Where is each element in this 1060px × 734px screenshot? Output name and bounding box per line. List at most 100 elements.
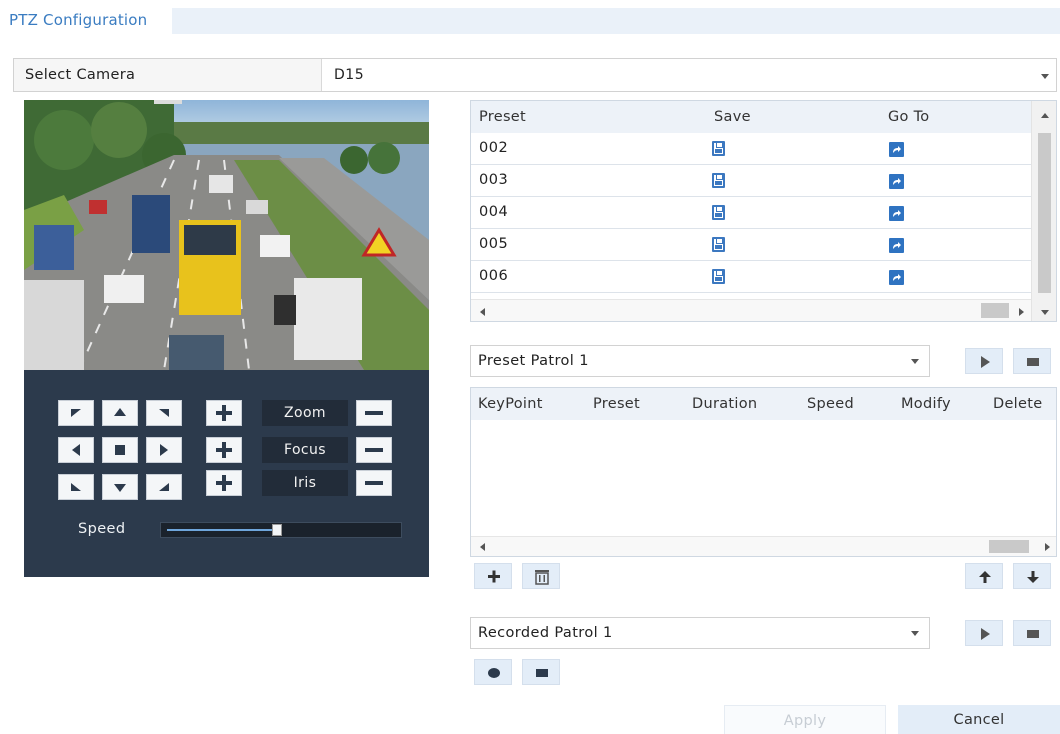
scroll-left-icon[interactable] bbox=[473, 302, 493, 322]
focus-far-button[interactable] bbox=[356, 437, 392, 463]
pan-up-left-button[interactable] bbox=[58, 400, 94, 426]
preset-table-header: Preset Save Go To bbox=[471, 101, 1031, 133]
pan-down-right-button[interactable] bbox=[146, 474, 182, 500]
pan-down-left-button[interactable] bbox=[58, 474, 94, 500]
delete-column-header: Delete bbox=[993, 396, 1043, 412]
scroll-up-icon[interactable] bbox=[1032, 107, 1057, 127]
chevron-down-icon bbox=[911, 631, 919, 636]
preset-vertical-scroll-thumb[interactable] bbox=[1038, 133, 1051, 293]
preset-horizontal-scrollbar[interactable] bbox=[471, 299, 1031, 321]
speed-slider-thumb[interactable] bbox=[272, 524, 283, 536]
keypoint-horizontal-scrollbar[interactable] bbox=[471, 536, 1057, 557]
arrow-right-icon bbox=[160, 444, 168, 456]
pan-down-button[interactable] bbox=[102, 474, 138, 500]
preset-vertical-scrollbar[interactable] bbox=[1031, 101, 1057, 322]
save-icon[interactable] bbox=[712, 205, 725, 220]
play-icon bbox=[981, 628, 990, 640]
save-icon[interactable] bbox=[712, 269, 725, 284]
stop-recording-button[interactable] bbox=[522, 659, 560, 685]
preset-row[interactable]: 004 bbox=[471, 197, 1031, 229]
goto-icon[interactable] bbox=[889, 238, 904, 253]
zoom-out-button[interactable] bbox=[356, 400, 392, 426]
save-column-header: Save bbox=[714, 109, 751, 125]
preset-row[interactable]: 005 bbox=[471, 229, 1031, 261]
preset-patrol-play-button[interactable] bbox=[965, 348, 1003, 374]
preset-column-header: Preset bbox=[593, 396, 641, 412]
arrow-up-left-icon bbox=[71, 409, 81, 417]
modify-column-header: Modify bbox=[901, 396, 951, 412]
preset-column-header: Preset bbox=[479, 109, 527, 125]
arrow-up-icon bbox=[114, 408, 126, 416]
iris-open-button[interactable] bbox=[206, 470, 242, 496]
focus-label: Focus bbox=[262, 437, 348, 463]
speed-slider[interactable] bbox=[160, 522, 402, 538]
preset-row[interactable]: 002 bbox=[471, 133, 1031, 165]
preset-number: 004 bbox=[479, 204, 509, 220]
scroll-left-icon[interactable] bbox=[473, 537, 493, 557]
keypoint-horizontal-scroll-thumb[interactable] bbox=[989, 540, 1029, 553]
keypoint-table: KeyPoint Preset Duration Speed Modify De… bbox=[470, 387, 1057, 557]
move-keypoint-up-button[interactable] bbox=[965, 563, 1003, 589]
scroll-right-icon[interactable] bbox=[1037, 537, 1057, 557]
add-keypoint-button[interactable] bbox=[474, 563, 512, 589]
save-icon[interactable] bbox=[712, 173, 725, 188]
arrow-up-icon bbox=[979, 571, 991, 583]
pan-right-button[interactable] bbox=[146, 437, 182, 463]
camera-select-value[interactable]: D15 bbox=[334, 59, 364, 91]
scroll-right-icon[interactable] bbox=[1011, 302, 1031, 322]
goto-column-header: Go To bbox=[888, 109, 930, 125]
minus-icon bbox=[365, 448, 383, 452]
goto-icon[interactable] bbox=[889, 206, 904, 221]
preset-patrol-stop-button[interactable] bbox=[1013, 348, 1051, 374]
speed-column-header: Speed bbox=[807, 396, 854, 412]
goto-icon[interactable] bbox=[889, 174, 904, 189]
preset-number: 006 bbox=[479, 268, 509, 284]
camera-select-label: Select Camera bbox=[14, 59, 322, 91]
goto-icon[interactable] bbox=[889, 142, 904, 157]
focus-near-button[interactable] bbox=[206, 437, 242, 463]
speed-label: Speed bbox=[78, 521, 126, 537]
speed-slider-fill bbox=[167, 529, 278, 531]
preset-row[interactable]: 006 bbox=[471, 261, 1031, 293]
stop-icon bbox=[115, 445, 125, 455]
recorded-patrol-play-button[interactable] bbox=[965, 620, 1003, 646]
move-keypoint-down-button[interactable] bbox=[1013, 563, 1051, 589]
iris-close-button[interactable] bbox=[356, 470, 392, 496]
pan-left-button[interactable] bbox=[58, 437, 94, 463]
goto-icon[interactable] bbox=[889, 270, 904, 285]
save-icon[interactable] bbox=[712, 237, 725, 252]
pan-up-button[interactable] bbox=[102, 400, 138, 426]
preset-patrol-select[interactable]: Preset Patrol 1 bbox=[470, 345, 930, 377]
apply-button[interactable]: Apply bbox=[724, 705, 886, 734]
arrow-left-icon bbox=[72, 444, 80, 456]
cancel-button[interactable]: Cancel bbox=[898, 705, 1060, 734]
chevron-down-icon bbox=[911, 359, 919, 364]
tab-ptz-configuration[interactable]: PTZ Configuration bbox=[0, 8, 172, 34]
preset-horizontal-scroll-thumb[interactable] bbox=[981, 303, 1009, 318]
arrow-up-right-icon bbox=[159, 409, 169, 417]
preset-number: 003 bbox=[479, 172, 509, 188]
scroll-down-icon[interactable] bbox=[1032, 303, 1057, 322]
delete-keypoint-button[interactable] bbox=[522, 563, 560, 589]
pan-up-right-button[interactable] bbox=[146, 400, 182, 426]
preset-number: 005 bbox=[479, 236, 509, 252]
preset-patrol-value: Preset Patrol 1 bbox=[478, 353, 589, 369]
play-icon bbox=[981, 356, 990, 368]
start-recording-button[interactable] bbox=[474, 659, 512, 685]
highway-scene-image bbox=[24, 100, 429, 370]
recorded-patrol-value: Recorded Patrol 1 bbox=[478, 625, 613, 641]
stop-icon bbox=[536, 669, 548, 677]
ptz-control-panel: Zoom Focus Iris Speed bbox=[24, 370, 429, 577]
preset-row[interactable]: 003 bbox=[471, 165, 1031, 197]
ptz-stop-button[interactable] bbox=[102, 437, 138, 463]
save-icon[interactable] bbox=[712, 141, 725, 156]
recorded-patrol-select[interactable]: Recorded Patrol 1 bbox=[470, 617, 930, 649]
arrow-down-right-icon bbox=[159, 483, 169, 491]
trash-icon bbox=[535, 570, 549, 585]
live-video-preview bbox=[24, 100, 429, 370]
zoom-in-button[interactable] bbox=[206, 400, 242, 426]
recorded-patrol-stop-button[interactable] bbox=[1013, 620, 1051, 646]
iris-label: Iris bbox=[262, 470, 348, 496]
camera-select-row: Select Camera D15 bbox=[13, 58, 1057, 92]
chevron-down-icon[interactable] bbox=[1041, 74, 1049, 79]
